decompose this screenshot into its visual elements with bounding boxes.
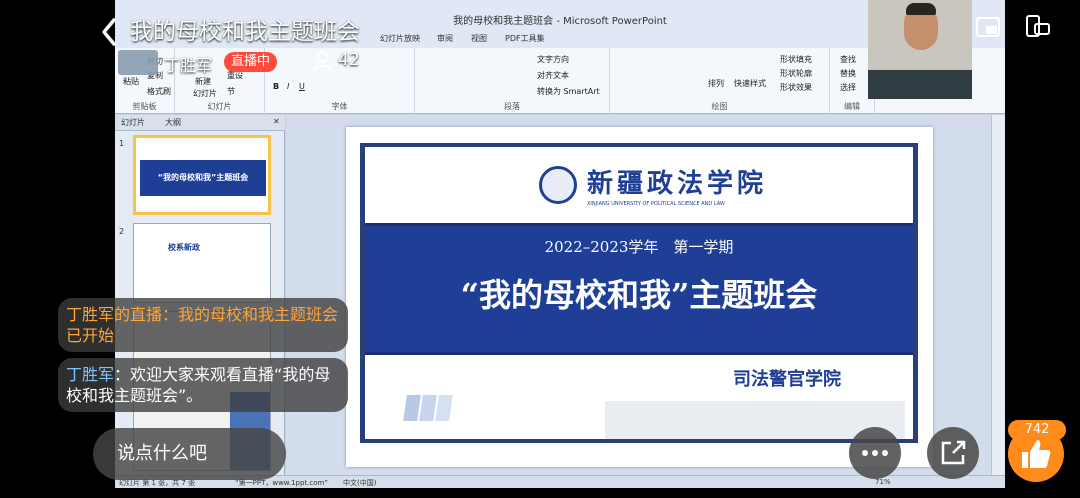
close-icon[interactable]: ✕	[273, 117, 280, 126]
school-name-en: XINJIANG UNIVERSITY OF POLITICAL SCIENCE…	[587, 201, 725, 207]
thumb-title: “我的母校和我”主题班会	[157, 173, 249, 182]
deco-hexagon	[435, 395, 453, 421]
live-title: 我的母校和我主题班会	[130, 19, 360, 45]
text-direction-button[interactable]: 文字方向	[537, 54, 569, 65]
tab-outline[interactable]: 大纲	[165, 117, 181, 128]
panel-tabs: 幻灯片 大纲 ✕	[115, 115, 285, 131]
camera-preview[interactable]	[868, 0, 972, 99]
status-zoom[interactable]: 71%	[875, 478, 891, 486]
chat-message: 丁胜军：欢迎大家来观看直播“我的母校和我主题班会”。	[58, 358, 348, 412]
bold-button[interactable]: B	[273, 82, 279, 91]
status-language: 中文(中国)	[343, 479, 377, 487]
group-label: 幻灯片	[207, 102, 232, 111]
chat-separator: ：	[114, 365, 131, 384]
deco-hexagon	[419, 395, 437, 421]
ribbon-group-paragraph: 文字方向 对齐文本 转换为 SmartArt 段落	[415, 48, 610, 114]
avatar[interactable]	[118, 50, 158, 75]
person-icon	[314, 51, 332, 72]
school-name: 新疆政法学院	[587, 169, 768, 199]
tab-slides[interactable]: 幻灯片	[121, 117, 145, 128]
paste-button[interactable]: 粘贴	[123, 76, 139, 87]
shape-outline-button[interactable]: 形状轮廓	[780, 68, 812, 79]
arrange-button[interactable]: 排列	[708, 78, 724, 89]
group-label: 字体	[331, 102, 348, 111]
host-name[interactable]: 丁胜军	[164, 52, 212, 76]
chat-author[interactable]: 丁胜军的直播	[66, 305, 162, 324]
share-button[interactable]	[927, 427, 979, 479]
italic-button[interactable]: I	[287, 82, 289, 91]
ppt-tab[interactable]: 视图	[471, 33, 487, 44]
slide[interactable]: 新疆政法学院 XINJIANG UNIVERSITY OF POLITICAL …	[346, 127, 933, 467]
slide-footer: 司法警官学院	[365, 357, 913, 443]
rotate-screen-icon[interactable]	[1022, 12, 1052, 42]
slide-department: 司法警官学院	[733, 369, 841, 390]
new-slide-button[interactable]: 新建	[195, 76, 211, 87]
slide-header: 新疆政法学院 XINJIANG UNIVERSITY OF POLITICAL …	[365, 143, 913, 221]
slide-title-band: 2022–2023学年 第一学期 “我的母校和我”主题班会	[365, 223, 913, 355]
slide-thumbnail[interactable]: 校系新政	[133, 223, 271, 303]
school-emblem-icon	[539, 166, 577, 204]
shape-fill-button[interactable]: 形状填充	[780, 54, 812, 65]
cam-body	[868, 70, 972, 99]
back-icon[interactable]	[96, 14, 126, 50]
ppt-tab[interactable]: 审阅	[437, 33, 453, 44]
slide-thumbnail-panel: 幻灯片 大纲 ✕ 1 “我的母校和我”主题班会 2 校系新政	[115, 115, 285, 475]
more-icon	[862, 450, 888, 456]
comment-input[interactable]: 说点什么吧	[93, 428, 286, 480]
replace-button[interactable]: 替换	[840, 68, 856, 79]
thumb-number: 2	[119, 227, 125, 236]
format-painter-button[interactable]: 格式刷	[147, 86, 171, 97]
new-slide-label: 幻灯片	[193, 89, 217, 98]
ribbon-group-drawing: 排列 快速样式 形状填充 形状轮廓 形状效果 绘图	[610, 48, 830, 114]
group-label: 编辑	[844, 102, 860, 111]
slide-canvas: 新疆政法学院 XINJIANG UNIVERSITY OF POLITICAL …	[286, 115, 991, 475]
viewer-count: 42	[338, 50, 360, 70]
like-count: 742	[1008, 420, 1066, 440]
section-button[interactable]: 节	[227, 86, 235, 97]
slide-frame: 新疆政法学院 XINJIANG UNIVERSITY OF POLITICAL …	[360, 143, 918, 443]
ppt-tab[interactable]: PDF工具集	[505, 33, 545, 44]
deco-hexagon	[403, 395, 421, 421]
group-label: 绘图	[711, 102, 728, 111]
ppt-tab[interactable]: 幻灯片放映	[380, 33, 420, 44]
chat-author[interactable]: 丁胜军	[66, 365, 114, 384]
slide-thumbnail[interactable]: “我的母校和我”主题班会	[133, 135, 271, 215]
thumb-number: 1	[119, 139, 125, 148]
smartart-button[interactable]: 转换为 SmartArt	[537, 86, 600, 97]
chat-separator: ：	[162, 305, 179, 324]
chat-message: 丁胜军的直播：我的母校和我主题班会 已开始	[58, 298, 348, 352]
shape-effect-button[interactable]: 形状效果	[780, 82, 812, 93]
align-text-button[interactable]: 对齐文本	[537, 70, 569, 81]
vertical-scrollbar[interactable]	[991, 115, 1005, 475]
thumb-title: 校系新政	[168, 243, 200, 252]
quick-style-button[interactable]: 快速样式	[734, 78, 766, 89]
select-button[interactable]: 选择	[840, 82, 856, 93]
window-mode-icon[interactable]	[974, 12, 1004, 42]
cam-hair	[906, 3, 936, 15]
underline-button[interactable]: U	[299, 82, 305, 91]
slide-term: 2022–2023学年 第一学期	[544, 238, 734, 256]
group-label: 剪贴板	[132, 102, 157, 111]
find-button[interactable]: 查找	[840, 54, 856, 65]
live-status-badge: 直播中	[224, 52, 278, 72]
group-label: 段落	[504, 102, 520, 111]
slide-title: “我的母校和我”主题班会	[460, 276, 818, 314]
share-icon	[941, 440, 966, 465]
more-button[interactable]	[849, 427, 901, 479]
